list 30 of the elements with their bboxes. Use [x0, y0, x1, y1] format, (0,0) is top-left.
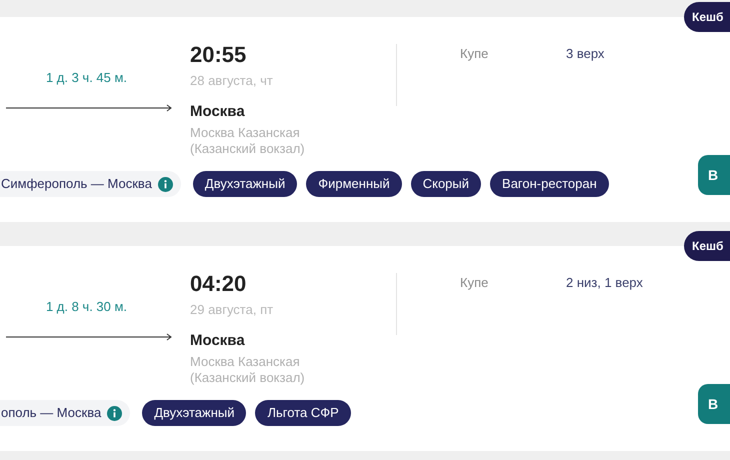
train-tag: Двухэтажный [142, 400, 246, 426]
seat-info: 2 низ, 1 верх [566, 274, 643, 292]
route-name: Симферополь — Москва [1, 175, 152, 194]
route-arrow-icon [6, 332, 173, 340]
arrival-time: 20:55 [190, 42, 246, 68]
arrival-time: 04:20 [190, 271, 246, 297]
cashback-badge: Кешб [684, 2, 730, 32]
arrival-date: 29 августа, пт [190, 301, 274, 319]
arrival-date: 28 августа, чт [190, 72, 273, 90]
train-tag: Двухэтажный [192, 171, 298, 197]
route-name: ополь — Москва [1, 404, 102, 422]
select-button[interactable]: В [698, 155, 730, 195]
arrival-city: Москва [190, 102, 245, 122]
arrival-station: Москва Казанская (Казанский вокзал) [190, 354, 306, 386]
train-tag: Скорый [410, 171, 482, 197]
select-button[interactable]: В [698, 384, 730, 424]
route-arrow-icon [6, 104, 173, 112]
seat-info: 3 верх [566, 45, 604, 63]
travel-duration: 1 д. 3 ч. 45 м. [46, 69, 128, 87]
arrival-city: Москва [190, 330, 245, 350]
car-class: Купе [460, 45, 490, 63]
info-icon[interactable] [107, 406, 122, 420]
train-tag: Вагон-ресторан [490, 171, 609, 197]
arrival-station: Москва Казанская (Казанский вокзал) [190, 125, 306, 157]
train-tag: Фирменный [306, 171, 402, 197]
train-tag: Льгота СФР [255, 400, 351, 426]
travel-duration: 1 д. 8 ч. 30 м. [46, 298, 128, 316]
info-icon[interactable] [158, 176, 173, 192]
cashback-badge: Кешб [684, 231, 730, 261]
car-class: Купе [460, 274, 490, 292]
